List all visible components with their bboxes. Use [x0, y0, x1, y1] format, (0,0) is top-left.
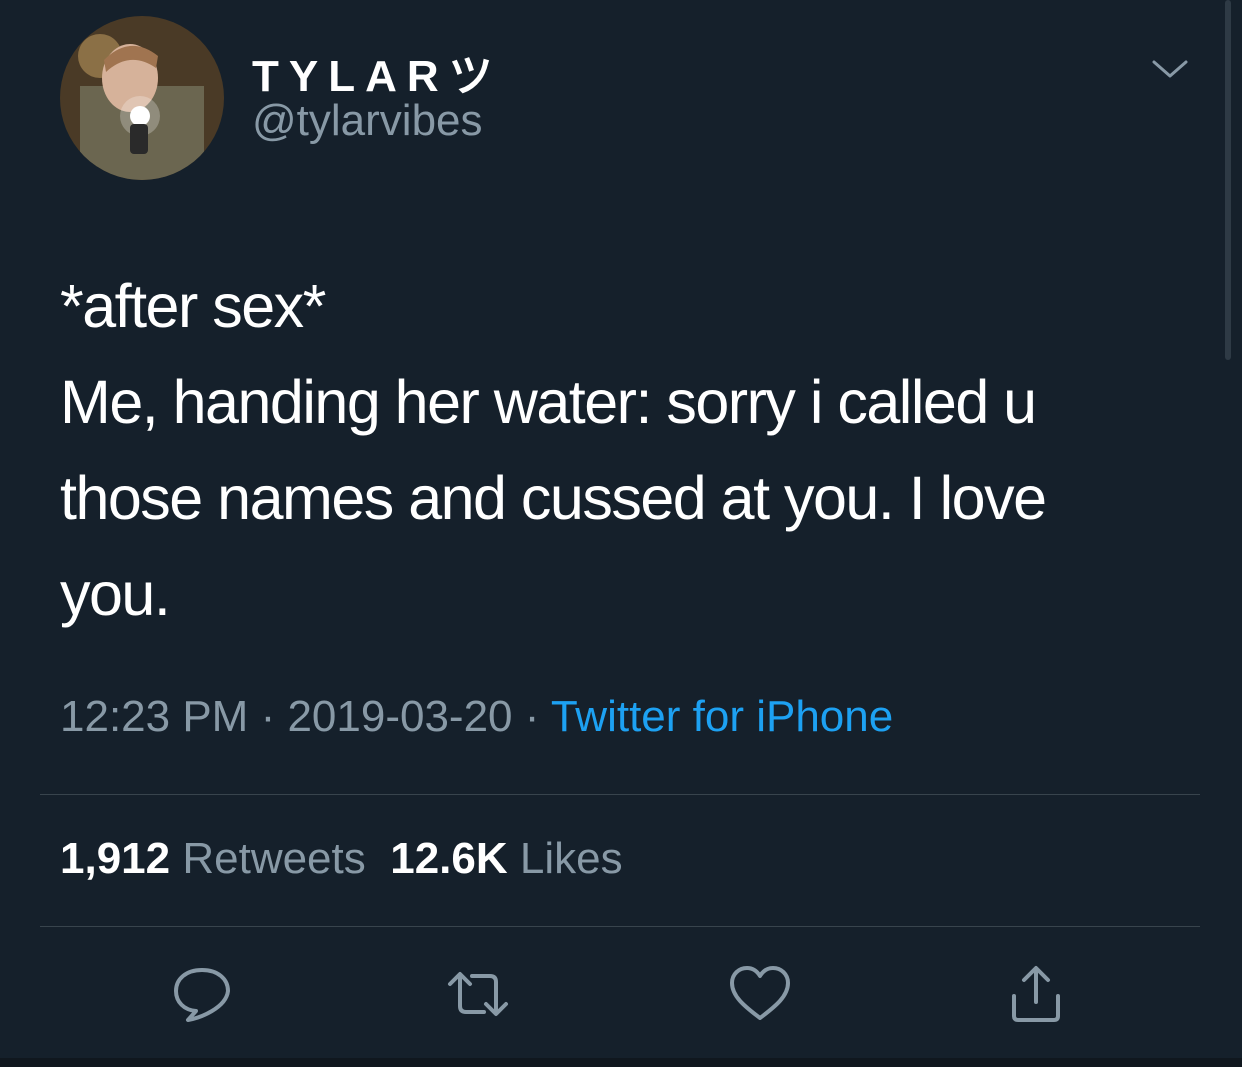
likes-count: 12.6K — [390, 834, 508, 883]
tweet-time: 12:23 PM — [60, 692, 249, 741]
retweet-icon[interactable] — [446, 962, 510, 1026]
tweet-source-link[interactable]: Twitter for iPhone — [551, 692, 893, 741]
meta-separator: · — [512, 692, 551, 741]
scrollbar[interactable] — [1225, 0, 1231, 360]
tweet-meta: 12:23 PM · 2019-03-20 · Twitter for iPho… — [60, 692, 893, 742]
tweet-date: 2019-03-20 — [287, 692, 513, 741]
display-name[interactable]: TYLARツ — [252, 40, 503, 104]
tweet-text: *after sex* Me, handing her water: sorry… — [60, 258, 1180, 642]
heart-icon[interactable] — [728, 962, 792, 1026]
divider — [40, 794, 1200, 795]
avatar[interactable] — [60, 16, 224, 180]
likes-stat[interactable]: 12.6K Likes — [390, 834, 622, 883]
tweet-text-line: those names and cussed at you. I love — [60, 464, 1047, 532]
share-icon[interactable] — [1004, 962, 1068, 1026]
tweet-text-line: *after sex* — [60, 272, 326, 340]
tweet-text-line: Me, handing her water: sorry i called u — [60, 368, 1037, 436]
tweet-text-line: you. — [60, 560, 171, 628]
chevron-down-icon[interactable] — [1150, 54, 1190, 84]
user-handle[interactable]: @tylarvibes — [252, 96, 483, 146]
retweets-count: 1,912 — [60, 834, 171, 883]
retweets-label: Retweets — [182, 834, 366, 883]
bottom-bar — [0, 1058, 1242, 1067]
retweets-stat[interactable]: 1,912 Retweets — [60, 834, 366, 883]
likes-label: Likes — [519, 834, 623, 883]
meta-separator: · — [248, 692, 288, 741]
reply-icon[interactable] — [170, 962, 234, 1026]
divider — [40, 926, 1200, 927]
tweet-detail: TYLARツ @tylarvibes *after sex* Me, handi… — [0, 0, 1242, 1067]
tweet-stats: 1,912 Retweets 12.6K Likes — [60, 834, 623, 884]
